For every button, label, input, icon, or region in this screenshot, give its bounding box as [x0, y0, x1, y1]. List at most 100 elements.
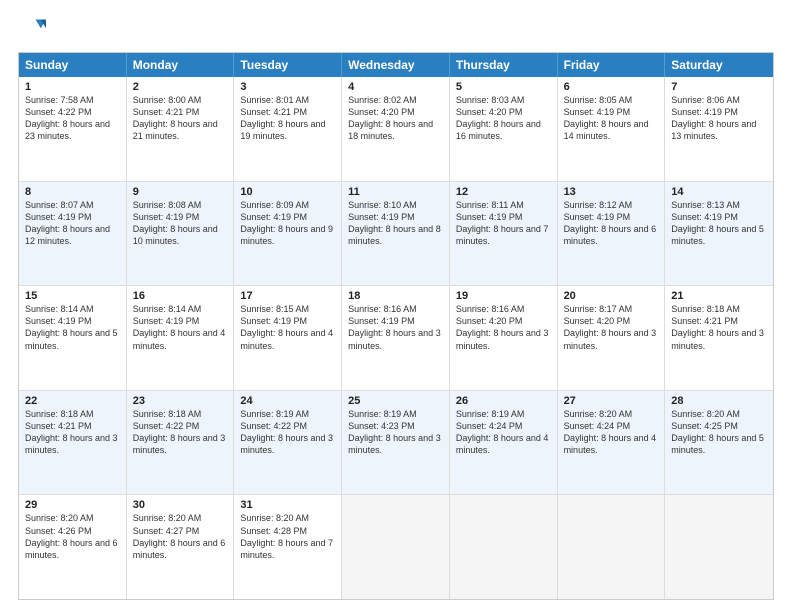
day-number: 23	[133, 395, 228, 407]
sunset-label: Sunset: 4:21 PM	[133, 107, 200, 117]
sunset-label: Sunset: 4:19 PM	[348, 316, 415, 326]
calendar-cell: 4Sunrise: 8:02 AMSunset: 4:20 PMDaylight…	[342, 77, 450, 181]
calendar-cell: 31Sunrise: 8:20 AMSunset: 4:28 PMDayligh…	[234, 495, 342, 599]
calendar-cell: 15Sunrise: 8:14 AMSunset: 4:19 PMDayligh…	[19, 286, 127, 390]
sunset-label: Sunset: 4:19 PM	[25, 316, 92, 326]
sunrise-label: Sunrise: 8:14 AM	[133, 304, 202, 314]
sunset-label: Sunset: 4:19 PM	[564, 107, 631, 117]
sunset-label: Sunset: 4:25 PM	[671, 421, 738, 431]
daylight-label: Daylight: 8 hours and 12 minutes.	[25, 224, 110, 246]
daylight-label: Daylight: 8 hours and 19 minutes.	[240, 119, 325, 141]
daylight-label: Daylight: 8 hours and 3 minutes.	[564, 328, 657, 350]
sunrise-label: Sunrise: 8:07 AM	[25, 200, 94, 210]
sunset-label: Sunset: 4:20 PM	[564, 316, 631, 326]
calendar-cell: 6Sunrise: 8:05 AMSunset: 4:19 PMDaylight…	[558, 77, 666, 181]
calendar-cell: 24Sunrise: 8:19 AMSunset: 4:22 PMDayligh…	[234, 391, 342, 495]
day-number: 18	[348, 290, 443, 302]
day-info: Sunrise: 8:17 AM Sunset: 4:20 PM Daylight:…	[564, 303, 659, 352]
calendar-header-cell: Saturday	[665, 53, 773, 77]
sunset-label: Sunset: 4:19 PM	[133, 316, 200, 326]
sunset-label: Sunset: 4:19 PM	[564, 212, 631, 222]
day-number: 21	[671, 290, 767, 302]
calendar-cell: 30Sunrise: 8:20 AMSunset: 4:27 PMDayligh…	[127, 495, 235, 599]
day-number: 26	[456, 395, 551, 407]
day-number: 19	[456, 290, 551, 302]
daylight-label: Daylight: 8 hours and 4 minutes.	[456, 433, 549, 455]
sunrise-label: Sunrise: 8:01 AM	[240, 95, 309, 105]
sunrise-label: Sunrise: 8:20 AM	[564, 409, 633, 419]
day-number: 2	[133, 81, 228, 93]
daylight-label: Daylight: 8 hours and 18 minutes.	[348, 119, 433, 141]
header	[18, 16, 774, 44]
day-number: 13	[564, 186, 659, 198]
day-number: 27	[564, 395, 659, 407]
calendar-cell: 25Sunrise: 8:19 AMSunset: 4:23 PMDayligh…	[342, 391, 450, 495]
day-number: 11	[348, 186, 443, 198]
sunrise-label: Sunrise: 8:14 AM	[25, 304, 94, 314]
sunrise-label: Sunrise: 8:18 AM	[25, 409, 94, 419]
calendar-cell: 5Sunrise: 8:03 AMSunset: 4:20 PMDaylight…	[450, 77, 558, 181]
day-info: Sunrise: 8:14 AMSunset: 4:19 PMDaylight:…	[25, 303, 120, 352]
daylight-label: Daylight: 8 hours and 14 minutes.	[564, 119, 649, 141]
calendar-cell: 27Sunrise: 8:20 AMSunset: 4:24 PMDayligh…	[558, 391, 666, 495]
calendar-cell: 17Sunrise: 8:15 AMSunset: 4:19 PMDayligh…	[234, 286, 342, 390]
daylight-label: Daylight: 8 hours and 3 minutes.	[671, 328, 764, 350]
day-info: Sunrise: 8:15 AMSunset: 4:19 PMDaylight:…	[240, 303, 335, 352]
daylight-label: Daylight: 8 hours and 16 minutes.	[456, 119, 541, 141]
calendar-cell: 12Sunrise: 8:11 AMSunset: 4:19 PMDayligh…	[450, 182, 558, 286]
day-number: 17	[240, 290, 335, 302]
daylight-label: Daylight: 8 hours and 23 minutes.	[25, 119, 110, 141]
day-info: Sunrise: 8:14 AMSunset: 4:19 PMDaylight:…	[133, 303, 228, 352]
sunset-label: Sunset: 4:21 PM	[240, 107, 307, 117]
day-number: 8	[25, 186, 120, 198]
sunset-label: Sunset: 4:23 PM	[348, 421, 415, 431]
day-number: 22	[25, 395, 120, 407]
daylight-label: Daylight: 8 hours and 9 minutes.	[240, 224, 333, 246]
calendar-header-cell: Thursday	[450, 53, 558, 77]
sunrise-label: Sunrise: 8:03 AM	[456, 95, 525, 105]
day-info: Sunrise: 8:20 AMSunset: 4:25 PMDaylight:…	[671, 408, 767, 457]
calendar-cell: 13Sunrise: 8:12 AMSunset: 4:19 PMDayligh…	[558, 182, 666, 286]
daylight-label: Daylight: 8 hours and 3 minutes.	[240, 433, 333, 455]
calendar-cell: 10Sunrise: 8:09 AMSunset: 4:19 PMDayligh…	[234, 182, 342, 286]
calendar-cell: 29Sunrise: 8:20 AMSunset: 4:26 PMDayligh…	[19, 495, 127, 599]
calendar-header-cell: Wednesday	[342, 53, 450, 77]
sunset-label: Sunset: 4:20 PM	[456, 107, 523, 117]
sunset-label: Sunset: 4:21 PM	[671, 316, 738, 326]
day-number: 24	[240, 395, 335, 407]
sunrise-label: Sunrise: 8:08 AM	[133, 200, 202, 210]
daylight-label: Daylight: 8 hours and 3 minutes.	[25, 433, 118, 455]
calendar: SundayMondayTuesdayWednesdayThursdayFrid…	[18, 52, 774, 600]
day-number: 1	[25, 81, 120, 93]
daylight-label: Daylight: 8 hours and 4 minutes.	[240, 328, 333, 350]
calendar-row: 15 Sunrise: 8:14 AM Sunset: 4:19 PM Dayligh…	[19, 285, 773, 390]
calendar-row: 22 Sunrise: 8:18 AM Sunset: 4:21 PM Dayligh…	[19, 390, 773, 495]
calendar-cell-empty	[665, 495, 773, 599]
day-number: 12	[456, 186, 551, 198]
day-info: Sunrise: 8:03 AM Sunset: 4:20 PM Daylight:…	[456, 94, 551, 143]
sunrise-label: Sunrise: 8:10 AM	[348, 200, 417, 210]
day-info: Sunrise: 8:00 AMSunset: 4:21 PMDaylight:…	[133, 94, 228, 143]
sunset-label: Sunset: 4:21 PM	[25, 421, 92, 431]
sunset-label: Sunset: 4:19 PM	[671, 107, 738, 117]
sunrise-label: Sunrise: 8:00 AM	[133, 95, 202, 105]
day-info: Sunrise: 8:02 AMSunset: 4:20 PMDaylight:…	[348, 94, 443, 143]
daylight-label: Daylight: 8 hours and 10 minutes.	[133, 224, 218, 246]
day-info: Sunrise: 8:19 AMSunset: 4:22 PMDaylight:…	[240, 408, 335, 457]
day-info: Sunrise: 8:20 AMSunset: 4:24 PMDaylight:…	[564, 408, 659, 457]
day-number: 9	[133, 186, 228, 198]
sunrise-label: Sunrise: 8:17 AM	[564, 304, 633, 314]
calendar-cell: 9Sunrise: 8:08 AMSunset: 4:19 PMDaylight…	[127, 182, 235, 286]
day-info: Sunrise: 8:07 AMSunset: 4:19 PMDaylight:…	[25, 199, 120, 248]
sunset-label: Sunset: 4:19 PM	[456, 212, 523, 222]
calendar-body: 1Sunrise: 7:58 AMSunset: 4:22 PMDaylight…	[19, 77, 773, 599]
calendar-cell-empty	[342, 495, 450, 599]
day-info: Sunrise: 8:01 AM Sunset: 4:21 PM Daylight:…	[240, 94, 335, 143]
calendar-cell: 21Sunrise: 8:18 AMSunset: 4:21 PMDayligh…	[665, 286, 773, 390]
daylight-label: Daylight: 8 hours and 6 minutes.	[25, 538, 118, 560]
day-number: 15	[25, 290, 120, 302]
day-number: 31	[240, 499, 335, 511]
sunrise-label: Sunrise: 8:05 AM	[564, 95, 633, 105]
sunset-label: Sunset: 4:24 PM	[456, 421, 523, 431]
sunrise-label: Sunrise: 8:13 AM	[671, 200, 740, 210]
